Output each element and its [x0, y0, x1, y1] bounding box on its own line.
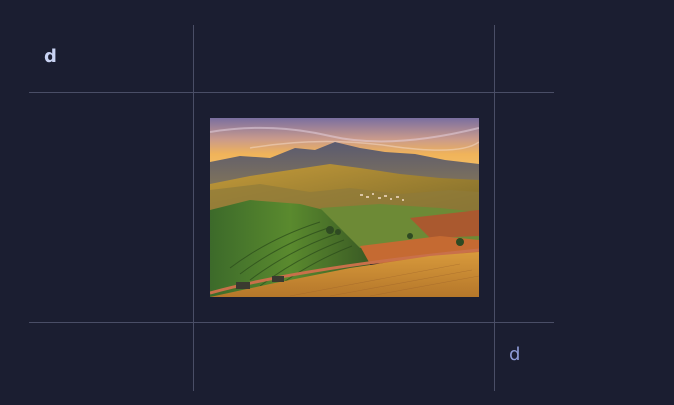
header-cell-text: d [44, 46, 57, 67]
column-divider [494, 25, 495, 391]
column-divider [193, 25, 194, 391]
row-divider [29, 322, 554, 323]
table-grid: d d [0, 0, 674, 405]
footer-cell-text: d [509, 344, 521, 365]
landscape-photo [210, 118, 479, 297]
row-divider [29, 92, 554, 93]
